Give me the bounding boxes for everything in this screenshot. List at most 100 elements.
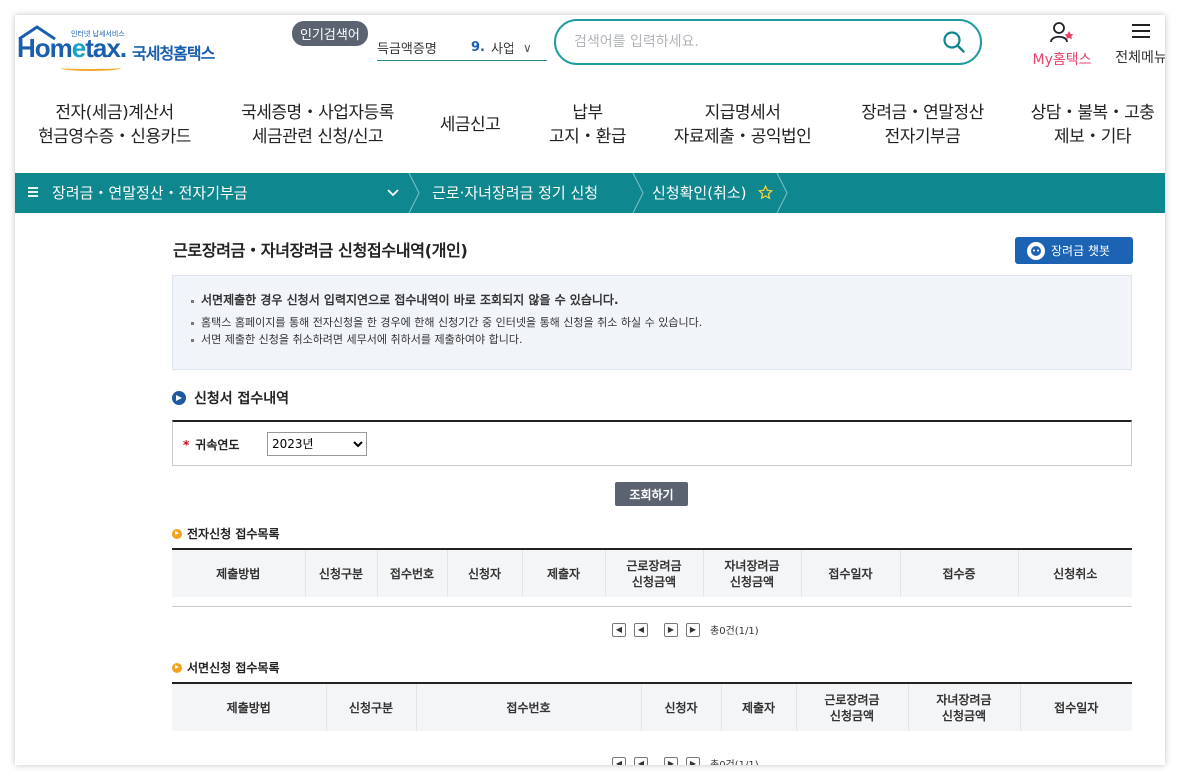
prev-page-icon[interactable]: ◀ <box>634 756 648 765</box>
logo-swoosh <box>61 65 121 71</box>
arrow-circle-icon <box>172 391 186 405</box>
notice-item: 서면제출한 경우 신청서 입력지연으로 접수내역이 바로 조회되지 않을 수 있… <box>191 292 1113 309</box>
table-header: 접수번호 <box>416 683 642 731</box>
arrow-circle-icon <box>172 528 182 539</box>
table-header: 근로장려금 신청금액 <box>605 549 704 597</box>
user-icon <box>1050 22 1074 43</box>
paper-list-title-text: 서면신청 접수목록 <box>187 661 280 675</box>
gnb-label-line1: 전자(세금)계산서 <box>55 103 174 123</box>
next-page-icon[interactable]: ▶ <box>664 756 678 765</box>
popular-search-rank: 9. <box>471 40 485 55</box>
popular-search-badge: 인기검색어 <box>292 21 368 46</box>
breadcrumb-separator <box>408 173 420 213</box>
table-header: 제출자 <box>522 549 606 597</box>
prev-page-icon[interactable]: ◀ <box>634 622 648 637</box>
table-header: 신청자 <box>641 683 722 731</box>
chevron-down-icon[interactable] <box>387 187 399 199</box>
table-header: 신청자 <box>447 549 523 597</box>
browser-frame: 인터넷 납세서비스 Hometax. 국세청홈택스 인기검색어 득금액증명 9.… <box>15 15 1165 765</box>
year-label: * 귀속연도 <box>183 438 240 452</box>
chatbot-icon <box>1027 241 1045 260</box>
pagination: ◀ ◀ ▶ ▶ 총0건(1/1) <box>612 622 759 637</box>
breadcrumb-menu[interactable]: 장려금・연말정산・전자기부금 <box>52 173 248 213</box>
last-page-icon[interactable]: ▶ <box>686 622 700 637</box>
table-header: 제출방법 <box>172 683 327 731</box>
gnb-label-line1: 장려금・연말정산 <box>861 103 984 123</box>
location-breadcrumb-bar: 장려금・연말정산・전자기부금 근로·자녀장려금 정기 신청 신청확인(취소) <box>15 173 1165 213</box>
breadcrumb-current: 신청확인(취소) <box>652 184 747 202</box>
table-header: 신청구분 <box>305 549 378 597</box>
table-header: 제출방법 <box>172 549 306 597</box>
arrow-circle-icon <box>172 662 182 673</box>
gnb-label-line2: 자료제출・공익법인 <box>673 127 812 147</box>
hometax-logo[interactable]: 인터넷 납세서비스 Hometax. 국세청홈택스 <box>15 21 245 77</box>
first-page-icon[interactable]: ◀ <box>612 756 626 765</box>
table-header: 접수일자 <box>801 549 901 597</box>
global-navigation: 전자(세금)계산서현금영수증・신용카드 국세증명・사업자등록세금관련 신청/신고… <box>15 101 1165 157</box>
gnb-item-payment[interactable]: 납부 고지・환급 <box>540 101 635 149</box>
search-input[interactable] <box>574 31 914 53</box>
gnb-label-line2: 전자기부금 <box>884 127 961 147</box>
table-header: 접수번호 <box>377 549 448 597</box>
all-menu-button[interactable]: 전체메뉴 <box>1111 21 1165 67</box>
gnb-item-incentive[interactable]: 장려금・연말정산전자기부금 <box>850 101 995 149</box>
gnb-label-line2: 제보・기타 <box>1053 127 1132 147</box>
table-header: 접수일자 <box>1020 683 1132 731</box>
total-count: 총0건(1/1) <box>710 756 759 765</box>
search-filter: * 귀속연도 2023년 <box>172 420 1132 466</box>
gnb-item-consulting[interactable]: 상담・불복・고충제보・기타 <box>1020 101 1165 149</box>
search-box <box>554 19 982 65</box>
pagination: ◀ ◀ ▶ ▶ 총0건(1/1) <box>612 756 759 765</box>
gnb-label-line1: 국세증명・사업자등록 <box>241 103 394 123</box>
logo-korean-name: 국세청홈택스 <box>132 44 215 63</box>
logo-wordmark: Hometax. <box>17 33 127 63</box>
menu-icon[interactable] <box>27 184 41 200</box>
popular-search-next: 사업 <box>490 42 513 57</box>
table-header: 접수증 <box>900 549 1019 597</box>
required-mark: * <box>183 438 190 452</box>
gnb-label-line2: 현금영수증・신용카드 <box>38 127 191 147</box>
first-page-icon[interactable]: ◀ <box>612 622 626 637</box>
gnb-item-certificate[interactable]: 국세증명・사업자등록세금관련 신청/신고 <box>230 101 405 149</box>
hamburger-icon <box>1132 24 1150 38</box>
electronic-list-title-text: 전자신청 접수목록 <box>187 527 280 541</box>
breadcrumb-separator <box>632 173 644 213</box>
next-page-icon[interactable]: ▶ <box>664 622 678 637</box>
year-select[interactable]: 2023년 <box>267 432 367 456</box>
notice-item: 홈택스 홈페이지를 통해 전자신청을 한 경우에 한해 신청기간 중 인터넷을 … <box>191 314 1113 331</box>
last-page-icon[interactable]: ▶ <box>686 756 700 765</box>
gnb-label-line2: 세금관련 신청/신고 <box>251 127 384 147</box>
section-title: 신청서 접수내역 <box>172 388 289 408</box>
chatbot-label: 장려금 챗봇 <box>1051 244 1111 258</box>
gnb-label-line1: 상담・불복・고충 <box>1030 103 1155 123</box>
paper-list-title: 서면신청 접수목록 <box>172 659 280 676</box>
chevron-down-icon[interactable]: ∨ <box>523 41 532 55</box>
popular-search-term: 득금액증명 <box>377 42 437 57</box>
notice-item: 서면 제출한 신청을 취소하려면 세무서에 취하서를 제출하여야 합니다. <box>191 331 1113 348</box>
table-empty-row <box>172 597 1132 607</box>
table-header: 신청구분 <box>326 683 417 731</box>
table-header: 신청취소 <box>1018 549 1132 597</box>
breadcrumb-sub[interactable]: 근로·자녀장려금 정기 신청 <box>432 173 598 213</box>
my-hometax-label: My홈택스 <box>1032 52 1092 68</box>
gnb-label-line1: 세금신고 <box>439 115 501 135</box>
total-count: 총0건(1/1) <box>710 626 759 637</box>
table-header: 제출자 <box>721 683 797 731</box>
search-button[interactable]: 조회하기 <box>615 482 688 506</box>
gnb-item-tax-return[interactable]: 세금신고 <box>430 113 510 137</box>
popular-search-ticker[interactable]: 득금액증명 9. 사업 ∨ <box>377 35 547 61</box>
all-menu-label: 전체메뉴 <box>1115 50 1165 66</box>
electronic-list-title: 전자신청 접수목록 <box>172 525 280 542</box>
gnb-item-payment-statement[interactable]: 지급명세서자료제출・공익법인 <box>665 101 820 149</box>
section-title-text: 신청서 접수내역 <box>194 391 290 407</box>
my-hometax-link[interactable]: My홈택스 <box>1027 21 1097 69</box>
gnb-label-line1: 지급명세서 <box>704 103 781 123</box>
star-favorite-icon[interactable] <box>758 185 773 200</box>
search-icon[interactable] <box>942 30 966 54</box>
table-header: 근로장려금 신청금액 <box>796 683 909 731</box>
paper-list-table: 제출방법 신청구분 접수번호 신청자 제출자 근로장려금 신청금액 자녀장려금 … <box>172 682 1132 731</box>
breadcrumb-separator <box>776 173 788 213</box>
gnb-item-e-invoice[interactable]: 전자(세금)계산서현금영수증・신용카드 <box>27 101 202 149</box>
chatbot-button[interactable]: 장려금 챗봇 <box>1015 237 1133 264</box>
page-title: 근로장려금・자녀장려금 신청접수내역(개인) <box>173 241 468 260</box>
